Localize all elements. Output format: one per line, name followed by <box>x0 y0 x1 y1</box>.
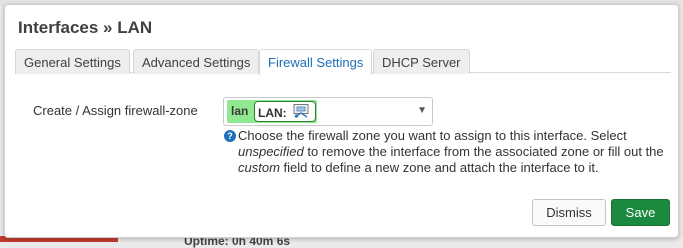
tab-bar: General Settings Advanced Settings Firew… <box>15 49 671 75</box>
zone-badge: lan LAN: <box>227 100 317 123</box>
zone-interface-label: LAN: <box>258 106 287 120</box>
zone-name: lan <box>231 104 249 118</box>
question-circle-icon: ? <box>224 130 236 142</box>
tab-general-settings[interactable]: General Settings <box>15 49 130 74</box>
dismiss-button[interactable]: Dismiss <box>532 199 606 226</box>
tab-dhcp-server[interactable]: DHCP Server <box>373 49 470 74</box>
interface-modal: Interfaces » LAN General Settings Advanc… <box>4 4 679 238</box>
firewall-zone-label: Create / Assign firewall-zone <box>33 103 198 118</box>
firewall-zone-select[interactable]: lan LAN: ▼ <box>223 97 433 126</box>
zone-interface-chip: LAN: <box>254 101 316 122</box>
tab-advanced-settings[interactable]: Advanced Settings <box>133 49 260 74</box>
network-port-icon <box>293 104 309 118</box>
caret-down-icon: ▼ <box>417 105 427 116</box>
save-button[interactable]: Save <box>611 199 670 226</box>
modal-title: Interfaces » LAN <box>18 18 153 37</box>
firewall-zone-help-text: Choose the firewall zone you want to ass… <box>238 128 664 175</box>
tab-firewall-settings[interactable]: Firewall Settings <box>259 49 373 75</box>
